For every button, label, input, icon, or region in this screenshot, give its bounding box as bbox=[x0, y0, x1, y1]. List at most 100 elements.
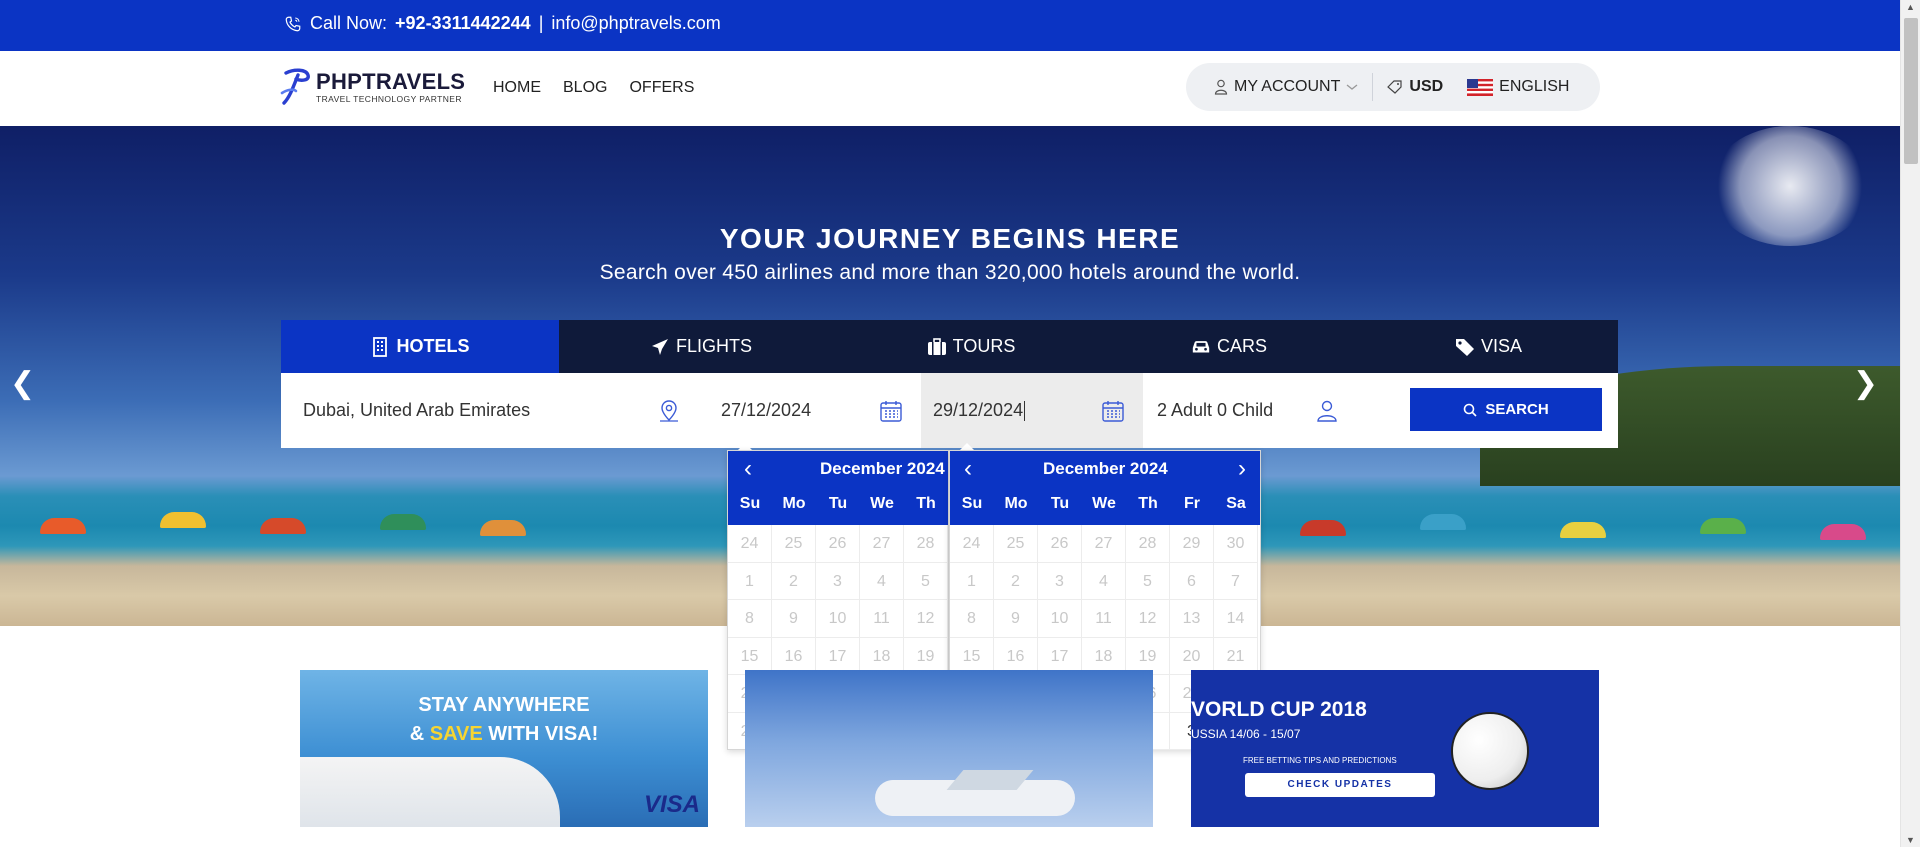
day-of-week-label: Tu bbox=[1050, 495, 1070, 512]
tab-cars[interactable]: CARS bbox=[1099, 320, 1359, 373]
calendar-day: 27 bbox=[1082, 525, 1126, 563]
scrollbar-thumb[interactable] bbox=[1904, 18, 1918, 164]
scroll-down-icon[interactable]: ▼ bbox=[1906, 835, 1915, 845]
destination-field[interactable]: Dubai, United Arab Emirates bbox=[281, 373, 699, 448]
calendar-day: 9 bbox=[772, 600, 816, 638]
search-tabs: HOTELS FLIGHTS TOURS CARS VISA bbox=[281, 320, 1618, 373]
currency-selector[interactable]: USD bbox=[1387, 78, 1443, 96]
search-button[interactable]: SEARCH bbox=[1410, 388, 1602, 431]
calendar-day: 8 bbox=[728, 600, 772, 638]
main-nav: HOME BLOG OFFERS bbox=[493, 79, 694, 97]
tab-label: CARS bbox=[1216, 336, 1267, 356]
calendar-day: 11 bbox=[860, 600, 904, 638]
tab-hotels[interactable]: HOTELS bbox=[281, 320, 559, 373]
slider-next-icon[interactable]: ❯ bbox=[1853, 366, 1878, 401]
prev-month-icon[interactable]: ‹ bbox=[964, 455, 972, 483]
calendar-day: 12 bbox=[904, 600, 948, 638]
divider bbox=[1372, 73, 1374, 101]
nav-home[interactable]: HOME bbox=[493, 79, 541, 97]
site-logo[interactable]: PHPTRAVELS TRAVEL TECHNOLOGY PARTNER bbox=[280, 67, 465, 107]
logo-tagline: TRAVEL TECHNOLOGY PARTNER bbox=[316, 93, 462, 104]
guests-value: 2 Adult 0 Child bbox=[1157, 400, 1274, 420]
banner-subline: & SAVE WITH VISA! bbox=[300, 723, 708, 746]
calendar-header: ‹ December 2024 Su Mo Tu We Th bbox=[728, 451, 948, 525]
calendar-day: 24 bbox=[728, 525, 772, 563]
calendar-day: 28 bbox=[1126, 525, 1170, 563]
days-of-week: Su Mo Tu We Th bbox=[728, 495, 948, 513]
calendar-week-row: 8 9 10 11 12 bbox=[728, 600, 948, 638]
currency-label: USD bbox=[1409, 78, 1444, 95]
tab-label: HOTELS bbox=[396, 336, 470, 356]
calendar-day: 12 bbox=[1126, 600, 1170, 638]
umbrella-decoration bbox=[480, 520, 526, 536]
calendar-day: 14 bbox=[1214, 600, 1258, 638]
umbrella-decoration bbox=[160, 512, 206, 528]
calendar-day: 6 bbox=[1170, 562, 1214, 600]
language-selector[interactable]: ENGLISH bbox=[1467, 78, 1569, 96]
checkout-field[interactable]: 29/12/2024 bbox=[921, 373, 1143, 448]
day-of-week-label: Th bbox=[916, 495, 936, 512]
main-header: PHPTRAVELS TRAVEL TECHNOLOGY PARTNER HOM… bbox=[0, 51, 1900, 126]
day-of-week-label: Mo bbox=[782, 495, 806, 512]
umbrella-decoration bbox=[380, 514, 426, 530]
phone-number[interactable]: +92-3311442244 bbox=[395, 13, 531, 34]
tab-visa[interactable]: VISA bbox=[1359, 320, 1618, 373]
page-scrollbar[interactable]: ▲ ▼ bbox=[1900, 0, 1920, 847]
calendar-week-row: 12345 bbox=[728, 562, 948, 600]
umbrella-decoration bbox=[40, 518, 86, 534]
next-month-icon[interactable]: › bbox=[1238, 455, 1246, 483]
day-of-week-label: Su bbox=[739, 495, 761, 512]
prev-month-icon[interactable]: ‹ bbox=[744, 455, 752, 483]
price-tag-icon bbox=[1387, 80, 1402, 94]
calendar-day: 9 bbox=[994, 600, 1038, 638]
guests-field[interactable]: 2 Adult 0 Child bbox=[1143, 373, 1365, 448]
tab-flights[interactable]: FLIGHTS bbox=[559, 320, 843, 373]
airline-promo-banner[interactable] bbox=[745, 670, 1153, 827]
logo-name: PHPTRAVELS bbox=[316, 68, 466, 94]
calendar-day: 26 bbox=[1038, 525, 1082, 563]
email-link[interactable]: info@phptravels.com bbox=[551, 13, 720, 34]
calendar-week-row: 1234567 bbox=[950, 562, 1258, 600]
calendar-day: 25 bbox=[772, 525, 816, 563]
calendar-icon bbox=[880, 401, 902, 422]
visa-promo-banner[interactable]: STAY ANYWHERE & SAVE WITH VISA! VISA bbox=[300, 670, 708, 827]
calendar-icon bbox=[1102, 401, 1124, 422]
day-of-week-label: We bbox=[1092, 495, 1116, 512]
calendar-header: ‹ December 2024 › Su Mo Tu We Th Fr Sa bbox=[950, 451, 1260, 525]
scroll-up-icon[interactable]: ▲ bbox=[1906, 2, 1915, 12]
day-of-week-label: Th bbox=[1138, 495, 1158, 512]
banner-headline: STAY ANYWHERE bbox=[418, 694, 590, 716]
user-icon bbox=[1214, 79, 1228, 95]
hero-title: YOUR JOURNEY BEGINS HERE bbox=[719, 223, 1181, 254]
umbrella-decoration bbox=[1420, 514, 1466, 530]
tab-label: FLIGHTS bbox=[675, 336, 752, 356]
plane-icon bbox=[651, 338, 668, 355]
hotel-search-form: Dubai, United Arab Emirates 27/12/2024 2… bbox=[281, 373, 1618, 448]
calendar-day: 1 bbox=[728, 562, 772, 600]
calendar-day: 24 bbox=[950, 525, 994, 563]
umbrella-decoration bbox=[1300, 520, 1346, 536]
call-label: Call Now: bbox=[310, 13, 388, 33]
calendar-day: 4 bbox=[860, 562, 904, 600]
day-of-week-label: We bbox=[870, 495, 894, 512]
nav-blog[interactable]: BLOG bbox=[563, 79, 607, 97]
search-icon bbox=[1464, 403, 1477, 417]
calendar-day: 4 bbox=[1082, 562, 1126, 600]
calendar-day: 2 bbox=[994, 562, 1038, 600]
houses-decoration bbox=[300, 757, 560, 827]
calendar-day: 3 bbox=[1038, 562, 1082, 600]
check-updates-button[interactable]: CHECK UPDATES bbox=[1245, 773, 1435, 797]
worldcup-promo-banner[interactable]: VORLD CUP 2018 USSIA 14/06 - 15/07 FREE … bbox=[1191, 670, 1599, 827]
my-account-dropdown[interactable]: MY ACCOUNT bbox=[1214, 78, 1358, 96]
calendar-day: 7 bbox=[1214, 562, 1258, 600]
tab-tours[interactable]: TOURS bbox=[843, 320, 1099, 373]
slider-prev-icon[interactable]: ❮ bbox=[10, 366, 35, 401]
suitcase-icon bbox=[927, 337, 946, 355]
umbrella-decoration bbox=[1700, 518, 1746, 534]
checkin-field[interactable]: 27/12/2024 bbox=[699, 373, 921, 448]
nav-offers[interactable]: OFFERS bbox=[629, 79, 694, 97]
day-of-week-label: Tu bbox=[828, 495, 848, 512]
tab-label: VISA bbox=[1480, 336, 1523, 356]
building-icon bbox=[373, 336, 388, 357]
destination-value: Dubai, United Arab Emirates bbox=[303, 400, 531, 420]
